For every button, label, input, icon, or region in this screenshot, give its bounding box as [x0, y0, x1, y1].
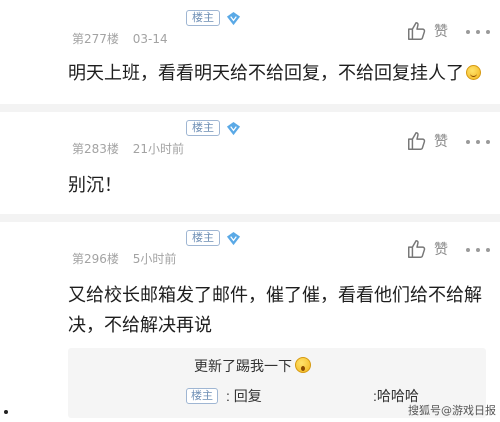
more-options-button[interactable]: [466, 28, 490, 36]
owner-tag: 楼主: [186, 120, 220, 136]
floor-number: 第277楼: [72, 32, 119, 46]
post-1-meta: 第277楼 03-14: [72, 30, 168, 47]
post-content: 别沉！: [68, 175, 122, 195]
diamond-icon: [226, 11, 241, 25]
post-divider: [0, 214, 500, 222]
reply-label[interactable]: : 回复: [226, 386, 262, 406]
sub-reply-owner-line: 楼主 : 回复: [186, 386, 262, 406]
like-label: 赞: [434, 241, 448, 257]
like-label: 赞: [434, 133, 448, 149]
owner-tag: 楼主: [186, 388, 218, 404]
post-content: 明天上班，看看明天给不给回复，不给回复挂人了: [68, 58, 488, 88]
smile-emoji-icon: [466, 65, 481, 80]
post-2-meta: 第283楼 21小时前: [72, 140, 184, 157]
like-label: 赞: [434, 23, 448, 39]
post-divider: [0, 104, 500, 112]
sub-reply-text: 更新了踢我一下: [194, 356, 311, 376]
owner-tag: 楼主: [186, 230, 220, 246]
post-3-badges: 楼主: [186, 230, 241, 246]
owner-tag: 楼主: [186, 10, 220, 26]
more-options-button[interactable]: [466, 246, 490, 254]
diamond-icon: [226, 231, 241, 245]
like-button[interactable]: 赞: [406, 130, 448, 152]
surprised-emoji-icon: [295, 357, 311, 373]
post-content: 又给校长邮箱发了邮件，催了催，看看他们给不给解决，不给解决再说: [68, 285, 482, 335]
thumbs-up-icon: [408, 240, 426, 258]
thumbs-up-icon: [408, 132, 426, 150]
more-options-button[interactable]: [466, 138, 490, 146]
post-1-badges: 楼主: [186, 10, 241, 26]
post-time: 21小时前: [132, 142, 185, 156]
like-button[interactable]: 赞: [406, 238, 448, 260]
floor-number: 第283楼: [72, 142, 119, 156]
post-time: 03-14: [132, 32, 168, 46]
post-3-meta: 第296楼 5小时前: [72, 250, 176, 267]
watermark: 搜狐号@游戏日报: [408, 404, 496, 417]
bullet-dot: [4, 410, 8, 414]
post-time: 5小时前: [132, 252, 177, 266]
diamond-icon: [226, 121, 241, 135]
floor-number: 第296楼: [72, 252, 119, 266]
thumbs-up-icon: [408, 22, 426, 40]
post-2-badges: 楼主: [186, 120, 241, 136]
like-button[interactable]: 赞: [406, 20, 448, 42]
